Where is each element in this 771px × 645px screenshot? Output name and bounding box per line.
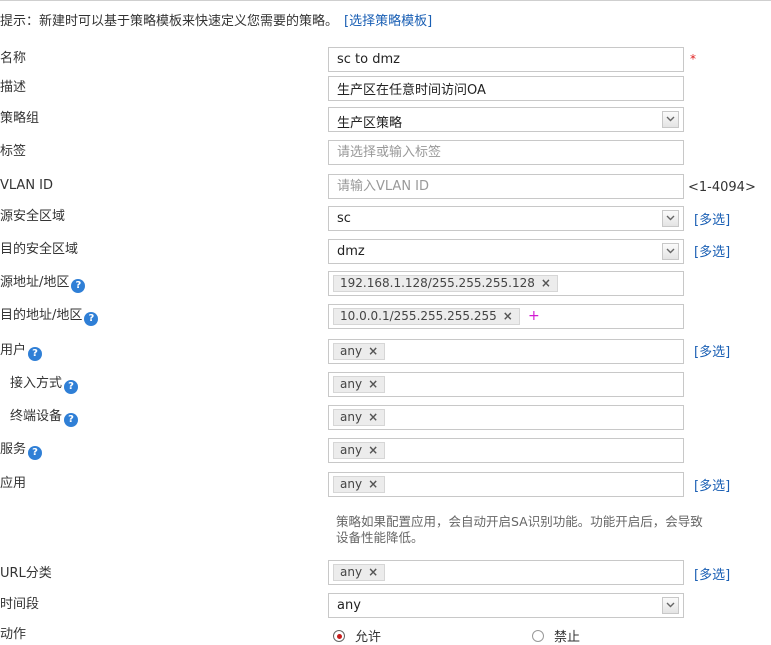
user-tag: any × [333, 343, 386, 360]
name-field[interactable] [328, 47, 684, 72]
access-mode-field[interactable]: any × [328, 372, 684, 397]
vlan-field[interactable] [328, 174, 684, 199]
application-label: 应用 [0, 476, 27, 491]
action-deny-radio[interactable]: 禁止 [532, 626, 580, 645]
description-input[interactable] [329, 77, 683, 100]
remove-tag-icon[interactable]: × [368, 377, 378, 391]
chevron-down-icon[interactable] [662, 210, 679, 227]
src-addr-tag: 192.168.1.128/255.255.255.128 × [333, 275, 558, 292]
access-mode-tag: any × [333, 376, 386, 393]
remove-tag-icon[interactable]: × [368, 443, 378, 457]
terminal-tag-text: any [340, 410, 363, 424]
required-mark: * [690, 52, 696, 66]
service-field[interactable]: any × [328, 438, 684, 463]
user-label-text: 用户 [0, 343, 27, 358]
description-label: 描述 [0, 80, 27, 95]
application-field[interactable]: any × [328, 472, 684, 497]
src-addr-field[interactable]: 192.168.1.128/255.255.255.128 × [328, 271, 684, 296]
tag-input[interactable] [329, 141, 683, 164]
src-zone-multi-select-link[interactable]: [多选] [694, 209, 730, 228]
vlan-input[interactable] [329, 175, 683, 198]
description-field[interactable] [328, 76, 684, 101]
dst-addr-label-text: 目的地址/地区 [0, 308, 83, 323]
url-category-tag: any × [333, 564, 386, 581]
application-multi-select-link[interactable]: [多选] [694, 475, 730, 494]
radio-unselected-icon[interactable] [532, 630, 544, 642]
url-category-label: URL分类 [0, 566, 52, 581]
help-icon[interactable]: ? [84, 312, 99, 326]
access-mode-label: 接入方式? [10, 376, 79, 394]
src-addr-tag-text: 192.168.1.128/255.255.255.128 [340, 276, 535, 290]
remove-tag-icon[interactable]: × [368, 477, 378, 491]
dst-zone-select[interactable]: dmz [328, 239, 684, 264]
user-multi-select-link[interactable]: [多选] [694, 341, 730, 360]
tag-field[interactable] [328, 140, 684, 165]
url-category-field[interactable]: any × [328, 560, 684, 585]
service-label: 服务? [0, 442, 43, 460]
action-permit-radio[interactable]: 允许 [333, 626, 381, 645]
hint-text: 提示：新建时可以基于策略模板来快速定义您需要的策略。 [0, 14, 339, 29]
application-tag-text: any [340, 477, 363, 491]
help-icon[interactable]: ? [64, 413, 79, 427]
radio-selected-icon[interactable] [333, 630, 345, 642]
application-tag: any × [333, 476, 386, 493]
vlan-label: VLAN ID [0, 178, 54, 193]
vlan-range-hint: <1-4094> [688, 180, 756, 195]
help-icon[interactable]: ? [71, 279, 86, 293]
access-mode-label-text: 接入方式 [10, 376, 63, 391]
remove-tag-icon[interactable]: × [368, 344, 378, 358]
terminal-field[interactable]: any × [328, 405, 684, 430]
top-divider [0, 0, 771, 1]
chevron-down-icon[interactable] [662, 243, 679, 260]
select-template-link[interactable]: [选择策略模板] [344, 14, 432, 29]
dst-addr-tag-text: 10.0.0.1/255.255.255.255 [340, 309, 497, 323]
help-icon[interactable]: ? [64, 380, 79, 394]
access-mode-tag-text: any [340, 377, 363, 391]
user-label: 用户? [0, 343, 43, 361]
remove-tag-icon[interactable]: × [541, 276, 551, 290]
dst-zone-value: dmz [337, 244, 365, 259]
help-icon[interactable]: ? [28, 347, 43, 361]
service-label-text: 服务 [0, 442, 27, 457]
chevron-down-icon[interactable] [662, 597, 679, 614]
policy-group-label: 策略组 [0, 111, 40, 126]
policy-group-select[interactable]: 生产区策略 [328, 107, 684, 132]
url-category-tag-text: any [340, 565, 363, 579]
src-zone-select[interactable]: sc [328, 206, 684, 231]
remove-tag-icon[interactable]: × [368, 410, 378, 424]
user-tag-text: any [340, 344, 363, 358]
action-label: 动作 [0, 627, 27, 642]
user-field[interactable]: any × [328, 339, 684, 364]
src-addr-label: 源地址/地区? [0, 275, 86, 293]
service-tag-text: any [340, 443, 363, 457]
dst-addr-label: 目的地址/地区? [0, 308, 99, 326]
dst-zone-multi-select-link[interactable]: [多选] [694, 241, 730, 260]
time-range-select[interactable]: any [328, 593, 684, 618]
name-input[interactable] [329, 48, 683, 71]
time-range-value: any [337, 598, 361, 613]
dst-zone-label: 目的安全区域 [0, 242, 79, 257]
template-hint: 提示：新建时可以基于策略模板来快速定义您需要的策略。 [选择策略模板] [0, 10, 432, 29]
dst-addr-field[interactable]: 10.0.0.1/255.255.255.255 × [328, 304, 684, 329]
crosshair-cursor-icon: + [528, 308, 540, 324]
terminal-label: 终端设备? [10, 409, 79, 427]
policy-group-value: 生产区策略 [337, 116, 403, 131]
src-zone-label: 源安全区域 [0, 209, 66, 224]
chevron-down-icon[interactable] [662, 111, 679, 128]
terminal-label-text: 终端设备 [10, 409, 63, 424]
remove-tag-icon[interactable]: × [503, 309, 513, 323]
application-note: 策略如果配置应用，会自动开启SA识别功能。功能开启后，会导致设备性能降低。 [336, 514, 703, 545]
url-category-multi-select-link[interactable]: [多选] [694, 564, 730, 583]
remove-tag-icon[interactable]: × [368, 565, 378, 579]
src-addr-label-text: 源地址/地区 [0, 275, 70, 290]
terminal-tag: any × [333, 409, 386, 426]
dst-addr-tag: 10.0.0.1/255.255.255.255 × [333, 308, 520, 325]
tag-label: 标签 [0, 144, 27, 159]
src-zone-value: sc [337, 211, 351, 226]
time-range-label: 时间段 [0, 597, 40, 612]
help-icon[interactable]: ? [28, 446, 43, 460]
name-label: 名称 [0, 51, 27, 66]
service-tag: any × [333, 442, 386, 459]
